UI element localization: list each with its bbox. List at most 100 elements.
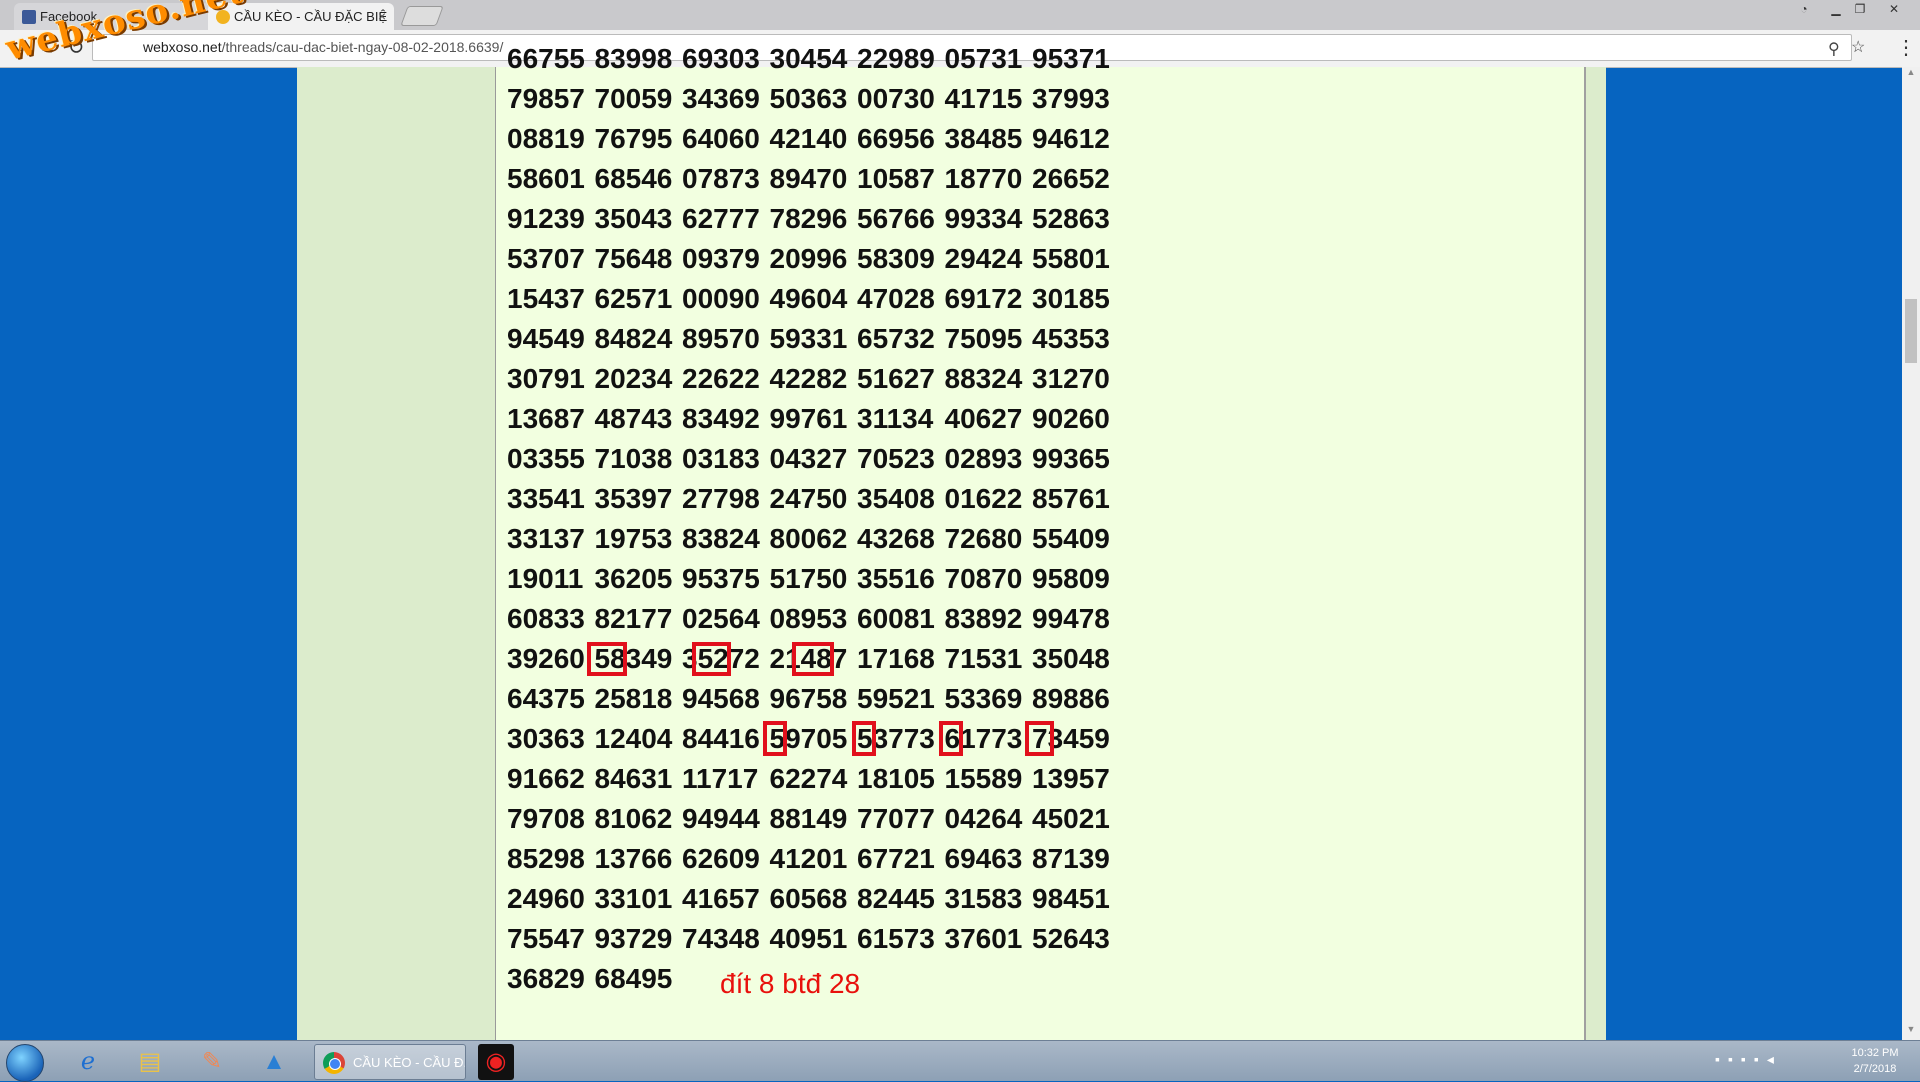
menu-icon[interactable]: ⋮ <box>1894 36 1918 60</box>
result-number: 01622 <box>944 483 1023 514</box>
result-number: 37993 <box>1032 83 1110 114</box>
result-number: 42282 <box>769 363 848 394</box>
clock-time: 10:32 PM <box>1851 1047 1899 1059</box>
minimize-icon[interactable]: ▁ <box>1824 0 1848 18</box>
result-number: 99365 <box>1032 443 1110 474</box>
system-tray[interactable]: ▪▪▪▪◂ <box>1715 1051 1782 1068</box>
result-row: 91662 84631 11717 62274 18105 15589 13957 <box>507 759 1120 799</box>
result-number: 51627 <box>857 363 935 394</box>
result-row: 64375 25818 94568 96758 59521 53369 89886 <box>507 679 1120 719</box>
result-number: 33541 <box>507 483 585 514</box>
result-number: 95809 <box>1032 563 1110 594</box>
result-number: 68495 <box>594 963 673 994</box>
scroll-up-icon[interactable]: ▲ <box>1902 67 1920 83</box>
result-row: 91239 35043 62777 78296 56766 99334 52863 <box>507 199 1120 239</box>
result-number: 69172 <box>944 283 1023 314</box>
result-number: 22989 <box>857 43 935 74</box>
result-number: 58309 <box>857 243 935 274</box>
result-row: 66755 83998 69303 30454 22989 05731 95371 <box>507 39 1120 79</box>
result-number: 59331 <box>769 323 848 354</box>
result-number: 47028 <box>857 283 935 314</box>
result-number: 70523 <box>857 443 935 474</box>
result-number: 30791 <box>507 363 585 394</box>
result-number: 35516 <box>857 563 935 594</box>
result-number: 60081 <box>857 603 935 634</box>
close-tab-icon[interactable]: × <box>378 3 386 30</box>
result-number: 83824 <box>682 523 760 554</box>
result-number: 27798 <box>682 483 760 514</box>
result-number: 24750 <box>769 483 848 514</box>
clock[interactable]: 10:32 PM 2/7/2018 <box>1840 1045 1910 1077</box>
result-number: 94612 <box>1032 123 1110 154</box>
result-number: 30454 <box>769 43 848 74</box>
result-number: 60568 <box>769 883 848 914</box>
scroll-down-icon[interactable]: ▼ <box>1902 1024 1920 1040</box>
result-number: 53369 <box>944 683 1023 714</box>
result-row: 75547 93729 74348 40951 61573 37601 52643 <box>507 919 1120 959</box>
start-orb-icon[interactable] <box>6 1044 44 1082</box>
result-number: 95371 <box>1032 43 1110 74</box>
result-number: 38485 <box>944 123 1023 154</box>
result-number: 19011 <box>507 563 584 594</box>
post-right-margin <box>1586 67 1606 1040</box>
result-number: 56766 <box>857 203 935 234</box>
paint-icon[interactable]: ✎ <box>192 1044 232 1080</box>
result-number: 31583 <box>944 883 1023 914</box>
result-row: 33137 19753 83824 80062 43268 72680 55409 <box>507 519 1120 559</box>
result-number: 40627 <box>944 403 1023 434</box>
clock-date: 2/7/2018 <box>1853 1063 1897 1075</box>
result-number: 95375 <box>682 563 760 594</box>
result-number: 55409 <box>1032 523 1110 554</box>
scroll-thumb[interactable] <box>1905 299 1917 363</box>
result-number: 30185 <box>1032 283 1110 314</box>
game-app-icon[interactable]: ◉ <box>478 1044 514 1080</box>
result-number: 34369 <box>682 83 760 114</box>
restore-icon[interactable]: ❐ <box>1848 0 1872 18</box>
result-row: 36829 68495 đít 8 btđ 28 <box>507 959 1120 999</box>
result-number: 15589 <box>944 763 1023 794</box>
result-number: 45021 <box>1032 803 1110 834</box>
result-number: 62777 <box>682 203 760 234</box>
highlight-box <box>792 642 834 676</box>
result-number: 80062 <box>769 523 848 554</box>
post-content: 66755 83998 69303 30454 22989 05731 95371 79857… <box>496 43 1586 1040</box>
taskbar-chrome-button[interactable]: CẦU KÈO - CẦU Đ... <box>314 1044 466 1080</box>
result-number: 04327 <box>769 443 848 474</box>
zoom-icon[interactable]: ⚲ <box>1828 37 1840 62</box>
result-number: 48743 <box>594 403 673 434</box>
highlight-box <box>692 642 731 676</box>
result-number: 03355 <box>507 443 585 474</box>
result-number: 75648 <box>594 243 673 274</box>
result-number: 91239 <box>507 203 585 234</box>
result-row: 24960 33101 41657 60568 82445 31583 98451 <box>507 879 1120 919</box>
close-window-icon[interactable]: ✕ <box>1882 0 1906 18</box>
page-scrollbar[interactable]: ▲ ▼ <box>1902 67 1920 1040</box>
result-number: 76795 <box>594 123 673 154</box>
result-number: 82445 <box>857 883 935 914</box>
result-number: 74348 <box>682 923 760 954</box>
new-tab-button[interactable] <box>400 6 444 26</box>
file-explorer-icon[interactable]: ▤ <box>130 1044 170 1080</box>
result-number: 69303 <box>682 43 760 74</box>
result-row: 13687 48743 83492 99761 31134 40627 90260 <box>507 399 1120 439</box>
result-number: 37601 <box>944 923 1023 954</box>
result-number: 19753 <box>594 523 673 554</box>
internet-explorer-icon[interactable]: ℯ <box>68 1044 108 1080</box>
result-number: 89470 <box>769 163 848 194</box>
tab-strip: Facebook CẦU KÈO - CẦU ĐẶC BIỆ × ◔ ▁ ❐ ✕ <box>0 0 1920 30</box>
result-row: 53707 75648 09379 20996 58309 29424 55801 <box>507 239 1120 279</box>
result-number: 18770 <box>944 163 1023 194</box>
result-number: 12404 <box>594 723 673 754</box>
result-number: 88324 <box>944 363 1023 394</box>
result-number: 99478 <box>1032 603 1110 634</box>
result-number: 33101 <box>594 883 673 914</box>
highlight-box <box>763 721 787 756</box>
result-number: 13957 <box>1032 763 1110 794</box>
app-drop-icon[interactable]: ▲ <box>254 1044 294 1080</box>
profile-icon[interactable]: ◔ <box>1792 0 1816 18</box>
result-number: 64375 <box>507 683 585 714</box>
result-number: 45353 <box>1032 323 1110 354</box>
result-number: 53707 <box>507 243 585 274</box>
lottery-results: 66755 83998 69303 30454 22989 05731 95371 79857… <box>507 39 1120 999</box>
star-icon[interactable]: ☆ <box>1851 35 1865 60</box>
